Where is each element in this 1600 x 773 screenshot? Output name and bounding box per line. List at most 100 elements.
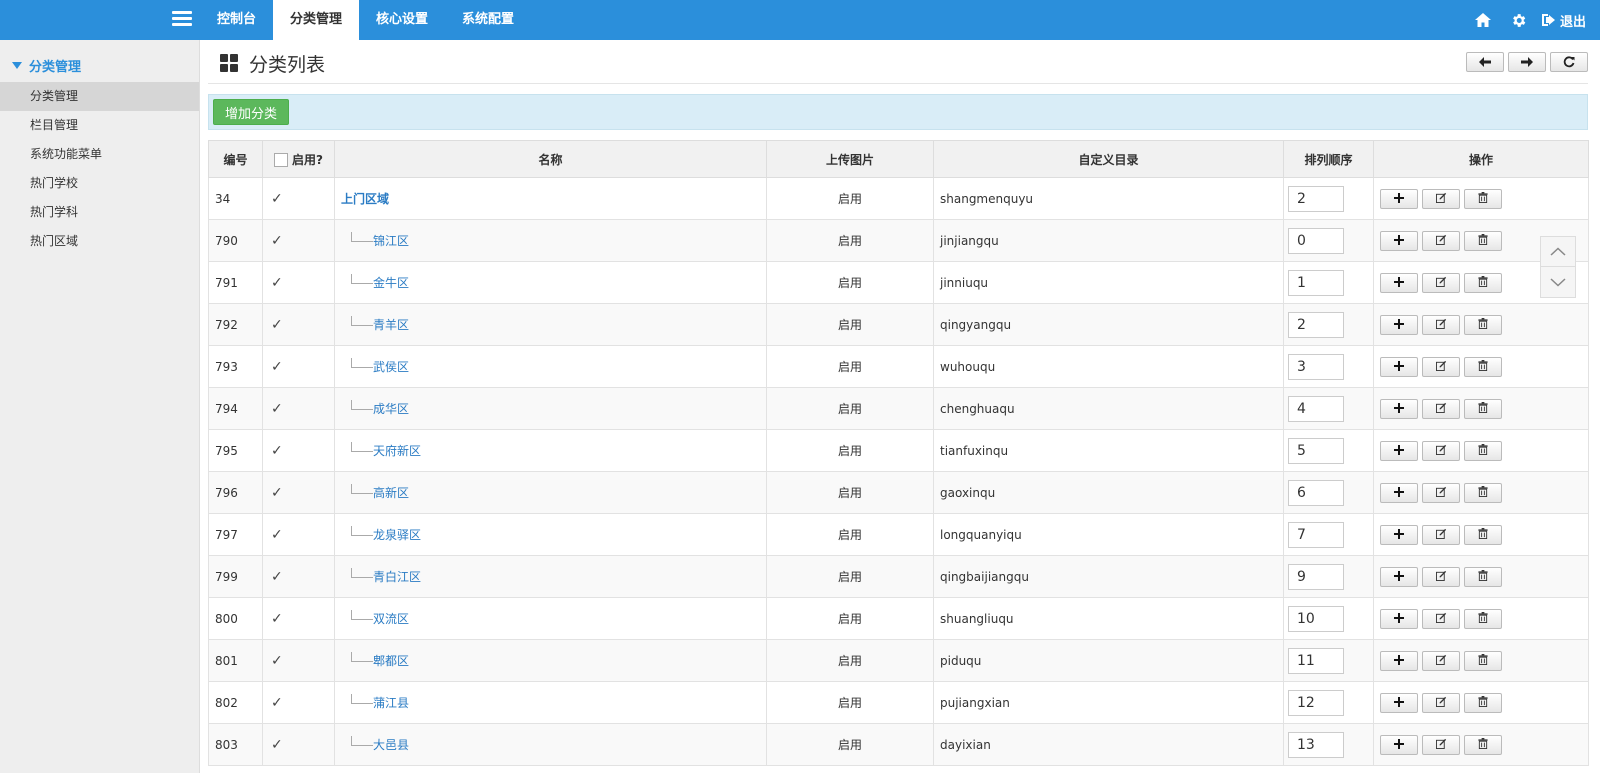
edit-button[interactable] — [1422, 734, 1460, 755]
order-input[interactable] — [1288, 521, 1344, 548]
scroll-down-button[interactable] — [1540, 267, 1576, 298]
order-input[interactable] — [1288, 353, 1344, 380]
category-name-link[interactable]: 双流区 — [373, 612, 409, 626]
edit-button[interactable] — [1422, 314, 1460, 335]
check-icon[interactable]: ✓ — [271, 233, 283, 249]
add-child-button[interactable] — [1380, 692, 1418, 713]
edit-button[interactable] — [1422, 440, 1460, 461]
add-child-button[interactable] — [1380, 356, 1418, 377]
menu-toggle-icon[interactable] — [172, 11, 192, 29]
nav-item-1[interactable]: 分类管理 — [273, 0, 360, 40]
order-input[interactable] — [1288, 395, 1344, 422]
order-input[interactable] — [1288, 437, 1344, 464]
sidebar-item-5[interactable]: 热门区域 — [0, 227, 199, 256]
scroll-up-button[interactable] — [1540, 236, 1576, 267]
delete-button[interactable] — [1464, 188, 1502, 209]
logout-button[interactable]: 退出 — [1537, 11, 1600, 30]
edit-button[interactable] — [1422, 608, 1460, 629]
edit-button[interactable] — [1422, 650, 1460, 671]
check-icon[interactable]: ✓ — [271, 191, 283, 207]
add-child-button[interactable] — [1380, 230, 1418, 251]
edit-button[interactable] — [1422, 524, 1460, 545]
home-icon[interactable] — [1465, 0, 1501, 40]
check-icon[interactable]: ✓ — [271, 569, 283, 585]
check-icon[interactable]: ✓ — [271, 611, 283, 627]
edit-button[interactable] — [1422, 482, 1460, 503]
category-name-link[interactable]: 上门区域 — [335, 192, 389, 206]
check-icon[interactable]: ✓ — [271, 527, 283, 543]
category-name-link[interactable]: 青羊区 — [373, 318, 409, 332]
delete-button[interactable] — [1464, 398, 1502, 419]
delete-button[interactable] — [1464, 482, 1502, 503]
edit-button[interactable] — [1422, 356, 1460, 377]
nav-item-0[interactable]: 控制台 — [200, 0, 273, 40]
sidebar-item-3[interactable]: 热门学校 — [0, 169, 199, 198]
add-child-button[interactable] — [1380, 650, 1418, 671]
sidebar-item-2[interactable]: 系统功能菜单 — [0, 140, 199, 169]
delete-button[interactable] — [1464, 692, 1502, 713]
sidebar-item-4[interactable]: 热门学科 — [0, 198, 199, 227]
order-input[interactable] — [1288, 479, 1344, 506]
order-input[interactable] — [1288, 227, 1344, 254]
edit-button[interactable] — [1422, 692, 1460, 713]
delete-button[interactable] — [1464, 356, 1502, 377]
refresh-button[interactable] — [1550, 52, 1588, 72]
category-name-link[interactable]: 武侯区 — [373, 360, 409, 374]
forward-button[interactable] — [1508, 52, 1546, 72]
edit-button[interactable] — [1422, 188, 1460, 209]
add-child-button[interactable] — [1380, 524, 1418, 545]
edit-button[interactable] — [1422, 398, 1460, 419]
delete-button[interactable] — [1464, 230, 1502, 251]
category-name-link[interactable]: 金牛区 — [373, 276, 409, 290]
add-category-button[interactable]: 增加分类 — [213, 99, 290, 125]
delete-button[interactable] — [1464, 734, 1502, 755]
sidebar-group-category[interactable]: 分类管理 — [0, 54, 199, 82]
category-name-link[interactable]: 龙泉驿区 — [373, 528, 421, 542]
delete-button[interactable] — [1464, 314, 1502, 335]
check-icon[interactable]: ✓ — [271, 695, 283, 711]
add-child-button[interactable] — [1380, 566, 1418, 587]
order-input[interactable] — [1288, 605, 1344, 632]
check-icon[interactable]: ✓ — [271, 275, 283, 291]
check-icon[interactable]: ✓ — [271, 737, 283, 753]
order-input[interactable] — [1288, 269, 1344, 296]
check-icon[interactable]: ✓ — [271, 443, 283, 459]
check-icon[interactable]: ✓ — [271, 317, 283, 333]
order-input[interactable] — [1288, 185, 1344, 212]
check-icon[interactable]: ✓ — [271, 653, 283, 669]
order-input[interactable] — [1288, 689, 1344, 716]
check-icon[interactable]: ✓ — [271, 485, 283, 501]
add-child-button[interactable] — [1380, 188, 1418, 209]
category-name-link[interactable]: 成华区 — [373, 402, 409, 416]
order-input[interactable] — [1288, 731, 1344, 758]
category-name-link[interactable]: 锦江区 — [373, 234, 409, 248]
add-child-button[interactable] — [1380, 314, 1418, 335]
back-button[interactable] — [1466, 52, 1504, 72]
sidebar-item-1[interactable]: 栏目管理 — [0, 111, 199, 140]
category-name-link[interactable]: 高新区 — [373, 486, 409, 500]
add-child-button[interactable] — [1380, 734, 1418, 755]
add-child-button[interactable] — [1380, 272, 1418, 293]
edit-button[interactable] — [1422, 272, 1460, 293]
add-child-button[interactable] — [1380, 608, 1418, 629]
category-name-link[interactable]: 蒲江县 — [373, 696, 409, 710]
delete-button[interactable] — [1464, 440, 1502, 461]
edit-button[interactable] — [1422, 566, 1460, 587]
delete-button[interactable] — [1464, 608, 1502, 629]
category-name-link[interactable]: 青白江区 — [373, 570, 421, 584]
category-name-link[interactable]: 大邑县 — [373, 738, 409, 752]
edit-button[interactable] — [1422, 230, 1460, 251]
delete-button[interactable] — [1464, 566, 1502, 587]
category-name-link[interactable]: 郫都区 — [373, 654, 409, 668]
add-child-button[interactable] — [1380, 440, 1418, 461]
add-child-button[interactable] — [1380, 482, 1418, 503]
sidebar-item-0[interactable]: 分类管理 — [0, 82, 199, 111]
delete-button[interactable] — [1464, 524, 1502, 545]
nav-item-2[interactable]: 核心设置 — [359, 0, 445, 40]
gear-icon[interactable] — [1501, 0, 1537, 40]
nav-item-3[interactable]: 系统配置 — [445, 0, 531, 40]
check-icon[interactable]: ✓ — [271, 401, 283, 417]
delete-button[interactable] — [1464, 272, 1502, 293]
category-name-link[interactable]: 天府新区 — [373, 444, 421, 458]
order-input[interactable] — [1288, 563, 1344, 590]
